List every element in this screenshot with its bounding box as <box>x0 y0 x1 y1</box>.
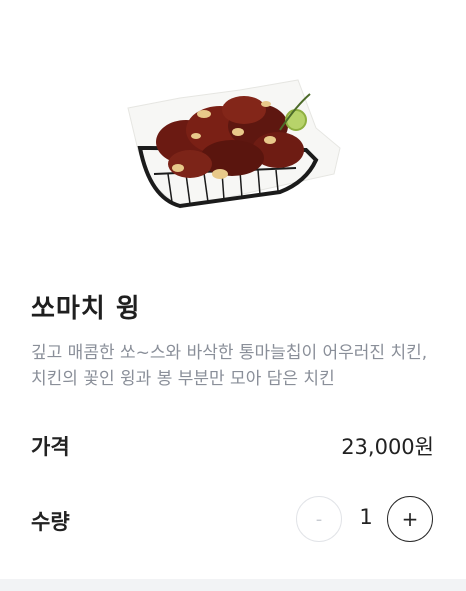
product-image <box>127 79 341 209</box>
quantity-minus-button[interactable]: - <box>296 496 342 542</box>
price-label: 가격 <box>31 435 70 459</box>
minus-icon: - <box>315 508 323 530</box>
product-description: 깊고 매콤한 쏘~스와 바삭한 통마늘칩이 어우러진 치킨, 치킨의 꽃인 윙과… <box>31 343 428 389</box>
product-title: 쏘마치 윙 <box>31 294 141 324</box>
quantity-plus-button[interactable]: + <box>387 496 433 542</box>
plus-icon: + <box>401 507 419 531</box>
quantity-value: 1 <box>359 505 373 529</box>
quantity-label: 수량 <box>31 510 70 534</box>
product-image-area <box>0 0 466 260</box>
price-value: 23,000원 <box>341 435 434 459</box>
bottom-divider <box>0 579 466 591</box>
